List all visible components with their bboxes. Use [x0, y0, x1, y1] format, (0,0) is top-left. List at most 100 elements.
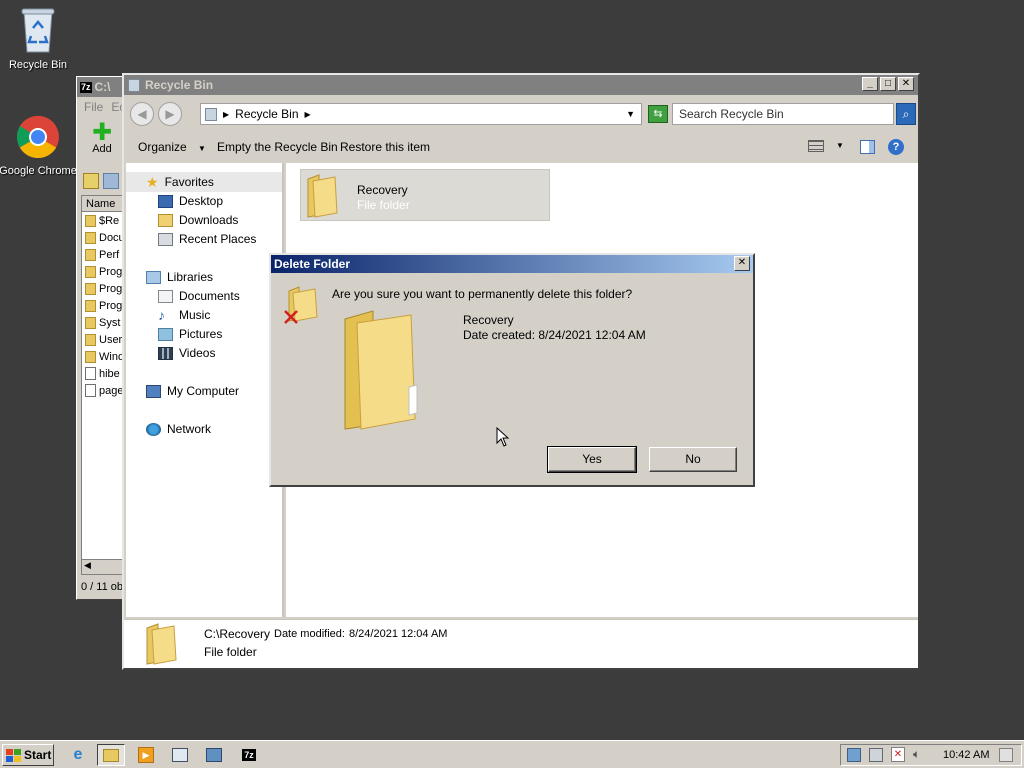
- taskbar-7zip[interactable]: 7z: [235, 744, 263, 766]
- delete-folder-dialog[interactable]: Delete Folder ✕ Are you sure you want to…: [269, 253, 755, 487]
- address-bar[interactable]: ▶ Recycle Bin ▶ ▼: [200, 103, 642, 125]
- nav-pictures[interactable]: Pictures: [158, 327, 222, 341]
- zip-file-name: Perf: [99, 248, 120, 261]
- maximize-button[interactable]: □: [880, 77, 896, 91]
- libraries-icon: [146, 270, 161, 284]
- delete-folder-icon: [284, 286, 318, 324]
- folder-icon: [85, 350, 96, 363]
- nav-favorites[interactable]: ★ Favorites: [146, 175, 214, 189]
- nav-label: Documents: [179, 289, 240, 303]
- view-dropdown-icon[interactable]: ▼: [836, 141, 844, 150]
- network-tray-icon[interactable]: [847, 748, 861, 762]
- start-button[interactable]: Start: [2, 744, 54, 766]
- view-options-icon[interactable]: [808, 140, 824, 152]
- zip-file-name: Prog: [99, 299, 123, 312]
- breadcrumb-chevron-icon[interactable]: ▶: [305, 110, 311, 119]
- browse-icon[interactable]: [103, 173, 119, 189]
- videos-icon: [158, 346, 173, 360]
- nav-label: Downloads: [179, 213, 239, 227]
- explorer-title: Recycle Bin: [145, 78, 214, 92]
- nav-recent-places[interactable]: Recent Places: [158, 232, 256, 246]
- refresh-button[interactable]: ⇆: [648, 105, 668, 123]
- window-app-icon: [172, 748, 188, 762]
- nav-libraries[interactable]: Libraries: [146, 270, 213, 284]
- media-player-icon: ▶: [138, 747, 154, 763]
- chevron-down-icon: ▼: [198, 144, 206, 153]
- desktop-icon-recycle-bin[interactable]: Recycle Bin: [0, 6, 78, 71]
- scroll-left-icon[interactable]: ◀: [84, 560, 91, 571]
- folder-icon: [85, 231, 96, 244]
- taskbar-app-window[interactable]: [166, 744, 194, 766]
- explorer-titlebar[interactable]: Recycle Bin _ □ ✕: [124, 75, 918, 95]
- chrome-icon: [16, 115, 59, 159]
- back-button[interactable]: ◀: [130, 102, 154, 126]
- zip-add-button[interactable]: ✚ Add: [85, 121, 119, 156]
- internet-explorer-icon: e: [73, 746, 83, 763]
- volume-icon[interactable]: 🔈︎: [913, 747, 920, 762]
- show-desktop-icon[interactable]: [999, 748, 1013, 762]
- up-folder-icon[interactable]: [83, 173, 99, 189]
- zip-title: C:\: [94, 80, 111, 94]
- security-alert-icon[interactable]: ✕: [891, 747, 905, 762]
- taskbar-explorer[interactable]: [97, 744, 125, 766]
- music-icon: ♪: [158, 307, 165, 323]
- dialog-titlebar[interactable]: Delete Folder ✕: [271, 255, 753, 273]
- zip-file-name: Prog: [99, 265, 123, 278]
- yes-button[interactable]: Yes: [548, 447, 636, 472]
- zip-menu-file[interactable]: File: [84, 100, 103, 115]
- dialog-date-created: Date created: 8/24/2021 12:04 AM: [463, 328, 646, 342]
- computer-icon: [146, 384, 161, 398]
- zip-file-name: hibe: [99, 367, 120, 380]
- clock[interactable]: 10:42 AM: [943, 749, 989, 761]
- details-modified-value: 8/24/2021 12:04 AM: [349, 628, 448, 640]
- empty-recycle-bin-button[interactable]: Empty the Recycle Bin: [217, 140, 338, 154]
- search-input[interactable]: Search Recycle Bin: [672, 103, 894, 125]
- search-icon[interactable]: ⌕: [896, 103, 916, 125]
- desktop-icon-chrome[interactable]: Google Chrome: [0, 114, 78, 177]
- address-row: ◀ ▶ ▶ Recycle Bin ▶ ▼ ⇆ Search Recycle B…: [124, 97, 918, 131]
- navigation-pane[interactable]: ★ Favorites Desktop Downloads Recent Pla…: [126, 163, 284, 617]
- minimize-button[interactable]: _: [862, 77, 878, 91]
- file-explorer-icon: [103, 748, 119, 762]
- nav-network[interactable]: Network: [146, 422, 211, 436]
- zip-file-name: Wind: [99, 350, 125, 363]
- 7zip-icon: 7z: [242, 749, 256, 761]
- nav-music[interactable]: ♪ Music: [158, 308, 210, 322]
- breadcrumb[interactable]: Recycle Bin: [235, 107, 298, 121]
- nav-label: Favorites: [164, 175, 214, 189]
- system-tray: ✕ 🔈︎ 10:42 AM: [840, 744, 1022, 766]
- desktop-icon-label: Recycle Bin: [8, 59, 68, 71]
- windows-logo-icon: [6, 748, 21, 762]
- no-button[interactable]: No: [649, 447, 737, 472]
- folder-icon: [85, 316, 96, 329]
- help-icon[interactable]: ?: [888, 139, 904, 155]
- computer-tray-icon[interactable]: [869, 748, 883, 762]
- nav-my-computer[interactable]: My Computer: [146, 384, 239, 398]
- nav-videos[interactable]: Videos: [158, 346, 215, 360]
- zip-file-name: User: [99, 333, 123, 346]
- zip-file-name: Docu: [99, 231, 125, 244]
- details-pane: C:\Recovery Date modified: 8/24/2021 12:…: [124, 619, 918, 668]
- folder-item-recovery[interactable]: Recovery File folder: [300, 169, 550, 221]
- nav-label: Music: [179, 308, 211, 322]
- preview-pane-icon[interactable]: [860, 140, 875, 154]
- nav-documents[interactable]: Documents: [158, 289, 240, 303]
- restore-item-button[interactable]: Restore this item: [340, 140, 430, 154]
- nav-desktop[interactable]: Desktop: [158, 194, 223, 208]
- organize-button[interactable]: Organize ▼: [138, 140, 206, 154]
- close-button[interactable]: ✕: [898, 77, 914, 91]
- nav-label: My Computer: [167, 384, 240, 398]
- recycle-bin-small-icon: [128, 78, 140, 92]
- taskbar-media-player[interactable]: ▶: [132, 744, 160, 766]
- breadcrumb-chevron-icon[interactable]: ▶: [223, 110, 229, 119]
- taskbar-ie[interactable]: e: [64, 744, 92, 766]
- forward-button[interactable]: ▶: [158, 102, 182, 126]
- dialog-close-button[interactable]: ✕: [734, 256, 750, 271]
- nav-label: Desktop: [179, 194, 224, 208]
- nav-label: Libraries: [167, 270, 214, 284]
- address-dropdown-icon[interactable]: ▼: [626, 109, 635, 119]
- folder-icon: [146, 623, 177, 665]
- zip-add-label: Add: [92, 143, 112, 155]
- taskbar-remote-desktop[interactable]: [200, 744, 228, 766]
- nav-downloads[interactable]: Downloads: [158, 213, 238, 227]
